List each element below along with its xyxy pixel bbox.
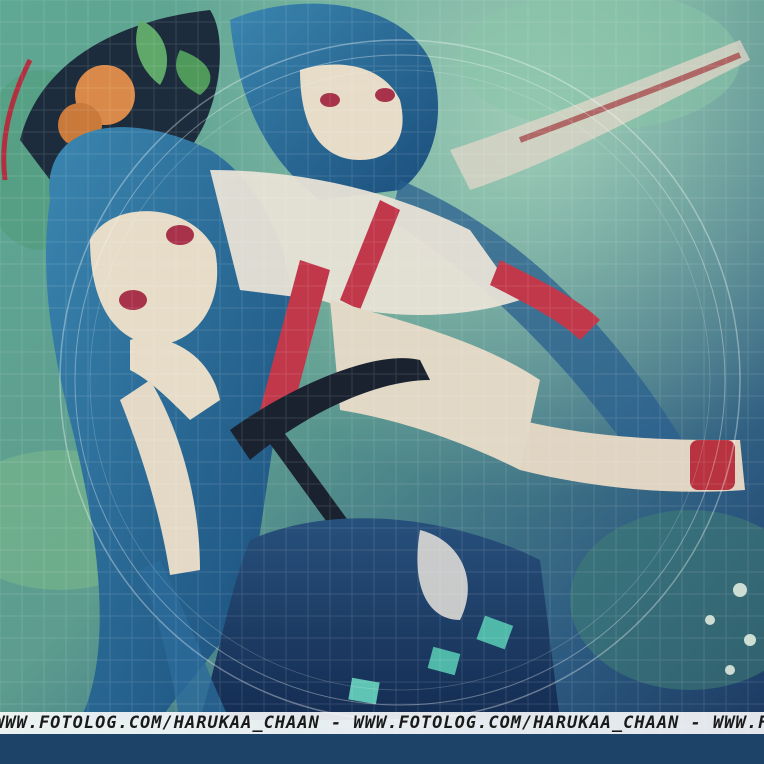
watermark-text: WWW.FOTOLOG.COM/HARUKAA_CHAAN - WWW.FOTO…: [0, 713, 764, 733]
artwork-svg: [0, 0, 764, 764]
grid-overlay: [0, 0, 764, 764]
artwork-canvas: WWW.FOTOLOG.COM/HARUKAA_CHAAN - WWW.FOTO…: [0, 0, 764, 764]
bottom-band: [0, 734, 764, 764]
watermark-strip: WWW.FOTOLOG.COM/HARUKAA_CHAAN - WWW.FOTO…: [0, 712, 764, 734]
